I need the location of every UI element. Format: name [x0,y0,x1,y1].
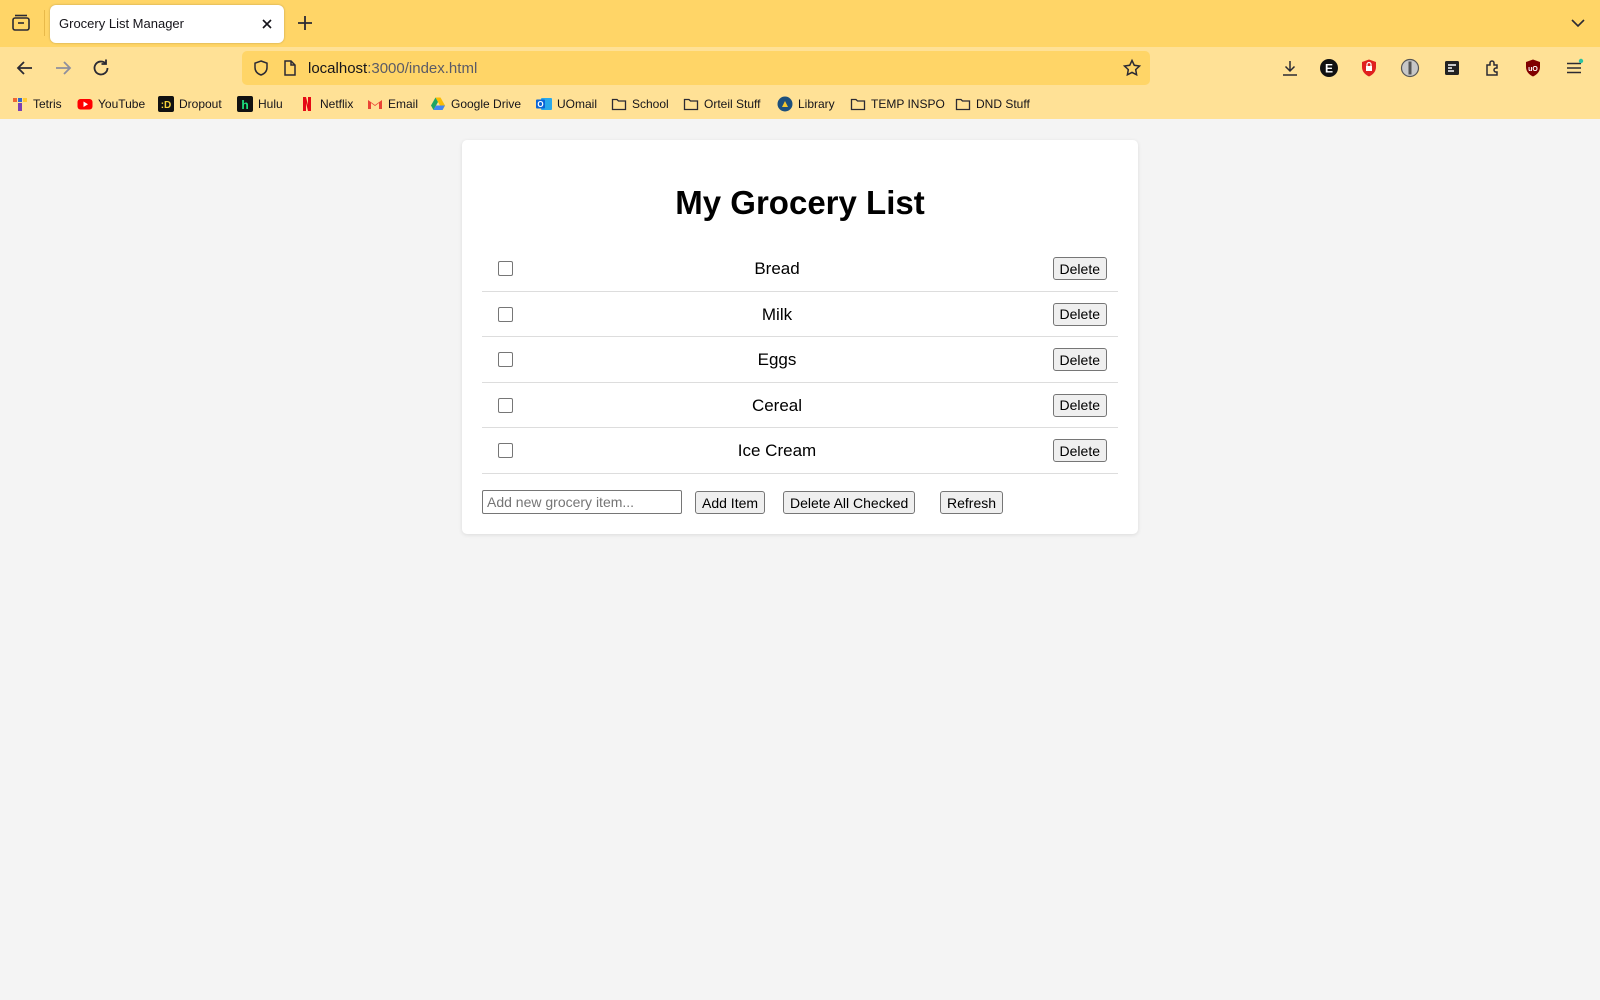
folder-icon [611,96,627,112]
list-controls: Add Item Delete All Checked Refresh [482,490,1118,514]
bookmark-label: Dropout [179,97,222,111]
navigation-toolbar: localhost:3000/index.html E uO [0,47,1600,89]
item-name: Cereal [751,395,803,415]
bookmark-label: Library [798,97,835,111]
url-host: localhost [308,60,368,77]
bookmark-library[interactable]: Library [777,95,835,113]
delete-button[interactable]: Delete [1052,393,1107,417]
page-title: My Grocery List [675,184,925,221]
bookmark-star-icon[interactable] [1122,58,1142,78]
close-tab-icon[interactable] [258,15,276,33]
youtube-icon [77,96,93,112]
folder-icon [850,96,866,112]
reader-icon[interactable] [1440,56,1464,80]
folder-icon [955,96,971,112]
bookmark-label: Netflix [320,97,354,111]
library-icon [777,96,793,112]
add-item-button[interactable]: Add Item [695,491,766,514]
svg-text:h: h [241,98,248,112]
dropout-icon: :D [158,96,174,112]
privacy-badger-icon[interactable] [1398,56,1422,80]
item-name: Ice Cream [737,441,817,460]
tetris-icon [12,96,28,112]
tab-grocery-list-manager[interactable]: Grocery List Manager [50,5,284,43]
bookmark-label: Orteil Stuff [704,97,761,111]
bookmark-temp-inspo[interactable]: TEMP INSPO [850,95,945,113]
reload-icon[interactable] [89,56,113,80]
downloads-icon[interactable] [1278,56,1302,80]
folder-icon [683,96,699,112]
bookmark-label: UOmail [557,97,598,111]
shield-icon[interactable] [252,59,270,77]
grocery-list: Bread Delete Milk Delete Eggs Delete Cer… [482,246,1118,474]
menu-icon[interactable] [1562,56,1586,80]
url-text[interactable]: localhost:3000/index.html [308,60,477,77]
bookmark-google-drive[interactable]: Google Drive [430,95,521,113]
bookmark-label: DND Stuff [976,97,1030,111]
google-drive-icon [430,96,446,112]
outlook-icon: O [536,96,552,112]
tab-list-icon[interactable] [10,12,32,34]
delete-button[interactable]: Delete [1052,348,1107,371]
new-item-input[interactable] [482,490,682,514]
tab-title: Grocery List Manager [59,16,184,31]
bookmark-youtube[interactable]: YouTube [77,95,145,113]
grocery-list-card: My Grocery List Bread Delete Milk Delete… [462,140,1138,534]
new-tab-icon[interactable] [294,12,316,34]
delete-all-checked-button[interactable]: Delete All Checked [783,491,916,514]
extension-e-icon[interactable]: E [1317,56,1341,80]
bookmark-netflix[interactable]: Netflix [299,95,353,113]
bookmark-dnd-stuff[interactable]: DND Stuff [955,95,1030,113]
refresh-button[interactable]: Refresh [940,491,1004,514]
bookmark-hulu[interactable]: h Hulu [237,95,283,113]
chevron-down-icon[interactable] [1568,13,1588,33]
extensions-icon[interactable] [1481,56,1505,80]
bookmark-orteil-stuff[interactable]: Orteil Stuff [683,95,760,113]
delete-button[interactable]: Delete [1052,439,1107,462]
item-name: Bread [754,259,800,278]
url-path: :3000/index.html [367,60,478,77]
bookmark-tetris[interactable]: Tetris [12,95,62,113]
forward-arrow-icon[interactable] [51,56,75,80]
bookmark-email[interactable]: Email [367,95,418,113]
delete-button[interactable]: Delete [1052,302,1107,326]
bookmark-label: TEMP INSPO [871,97,945,111]
back-arrow-icon[interactable] [13,56,37,80]
bitwarden-icon[interactable] [1357,56,1381,80]
ublock-origin-icon[interactable]: uO [1521,56,1545,80]
url-bar[interactable]: localhost:3000/index.html [242,51,1150,85]
bookmark-label: Google Drive [451,97,522,111]
bookmark-uomail[interactable]: O UOmail [536,95,597,113]
list-item: Bread Delete [482,246,1118,292]
tab-bar: Grocery List Manager [0,0,1600,47]
bookmark-dropout[interactable]: :D Dropout [158,95,222,113]
list-item: Eggs Delete [482,337,1118,383]
page-icon[interactable] [282,59,298,77]
delete-button[interactable]: Delete [1052,257,1107,280]
svg-text::D: :D [161,100,172,111]
svg-text:uO: uO [1528,66,1538,73]
bookmark-school[interactable]: School [611,95,669,113]
svg-text:O: O [537,100,543,109]
bookmark-label: Email [388,97,419,111]
bookmark-label: Hulu [258,97,283,111]
item-name: Milk [761,304,793,324]
bookmarks-toolbar: Tetris YouTube :D Dropout h Hulu Netflix… [0,89,1600,119]
list-item: Cereal Delete [482,383,1118,428]
tab-separator [44,10,45,36]
list-item: Milk Delete [482,292,1118,337]
svg-text:E: E [1325,62,1333,76]
bookmark-label: School [632,97,669,111]
netflix-icon [299,96,315,112]
list-item: Ice Cream Delete [482,428,1118,474]
bookmark-label: Tetris [33,97,62,111]
bookmark-label: YouTube [98,97,146,111]
gmail-icon [367,96,383,112]
hulu-icon: h [237,96,253,112]
item-name: Eggs [757,350,797,369]
